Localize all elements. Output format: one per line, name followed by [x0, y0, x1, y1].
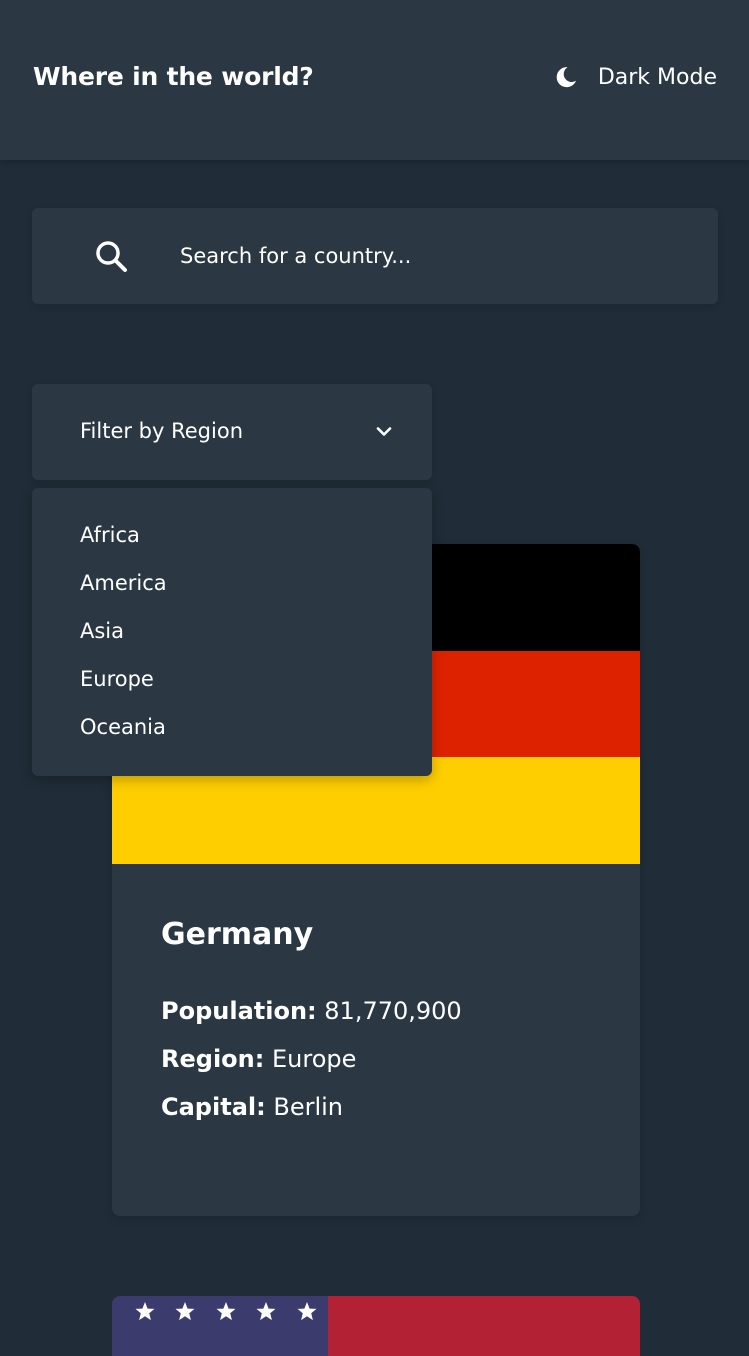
- region-option-africa[interactable]: Africa: [80, 523, 140, 547]
- region-filter-select[interactable]: Filter by Region: [32, 384, 432, 480]
- region-value: Europe: [271, 1045, 357, 1073]
- region-row: Region: Europe: [161, 1045, 356, 1073]
- capital-row: Capital: Berlin: [161, 1093, 343, 1121]
- search-box: [32, 208, 718, 304]
- star-icon: [135, 1302, 317, 1321]
- region-label: Region:: [161, 1045, 265, 1073]
- capital-label: Capital:: [161, 1093, 266, 1121]
- population-row: Population: 81,770,900: [161, 997, 462, 1025]
- region-option-asia[interactable]: Asia: [80, 619, 124, 643]
- population-label: Population:: [161, 997, 317, 1025]
- region-option-europe[interactable]: Europe: [80, 667, 154, 691]
- capital-value: Berlin: [273, 1093, 344, 1121]
- search-icon: [96, 241, 127, 272]
- country-name: Germany: [161, 917, 314, 952]
- region-dropdown-menu: Africa America Asia Europe Oceania: [32, 488, 432, 776]
- country-card-united-states[interactable]: [112, 1296, 640, 1356]
- region-option-oceania[interactable]: Oceania: [80, 715, 166, 739]
- chevron-down-icon: [376, 427, 392, 436]
- dark-mode-toggle[interactable]: Dark Mode: [553, 64, 717, 90]
- united-states-flag-stripes: [328, 1296, 640, 1356]
- united-states-flag-canton: [112, 1296, 328, 1356]
- population-value: 81,770,900: [324, 997, 462, 1025]
- region-option-america[interactable]: America: [80, 571, 167, 595]
- region-filter-label: Filter by Region: [80, 419, 244, 443]
- moon-icon: [556, 67, 576, 88]
- search-input[interactable]: [180, 208, 680, 304]
- dark-mode-label: Dark Mode: [597, 64, 717, 90]
- app-header: Where in the world? Dark Mode: [0, 0, 749, 160]
- app-title: Where in the world?: [33, 62, 314, 91]
